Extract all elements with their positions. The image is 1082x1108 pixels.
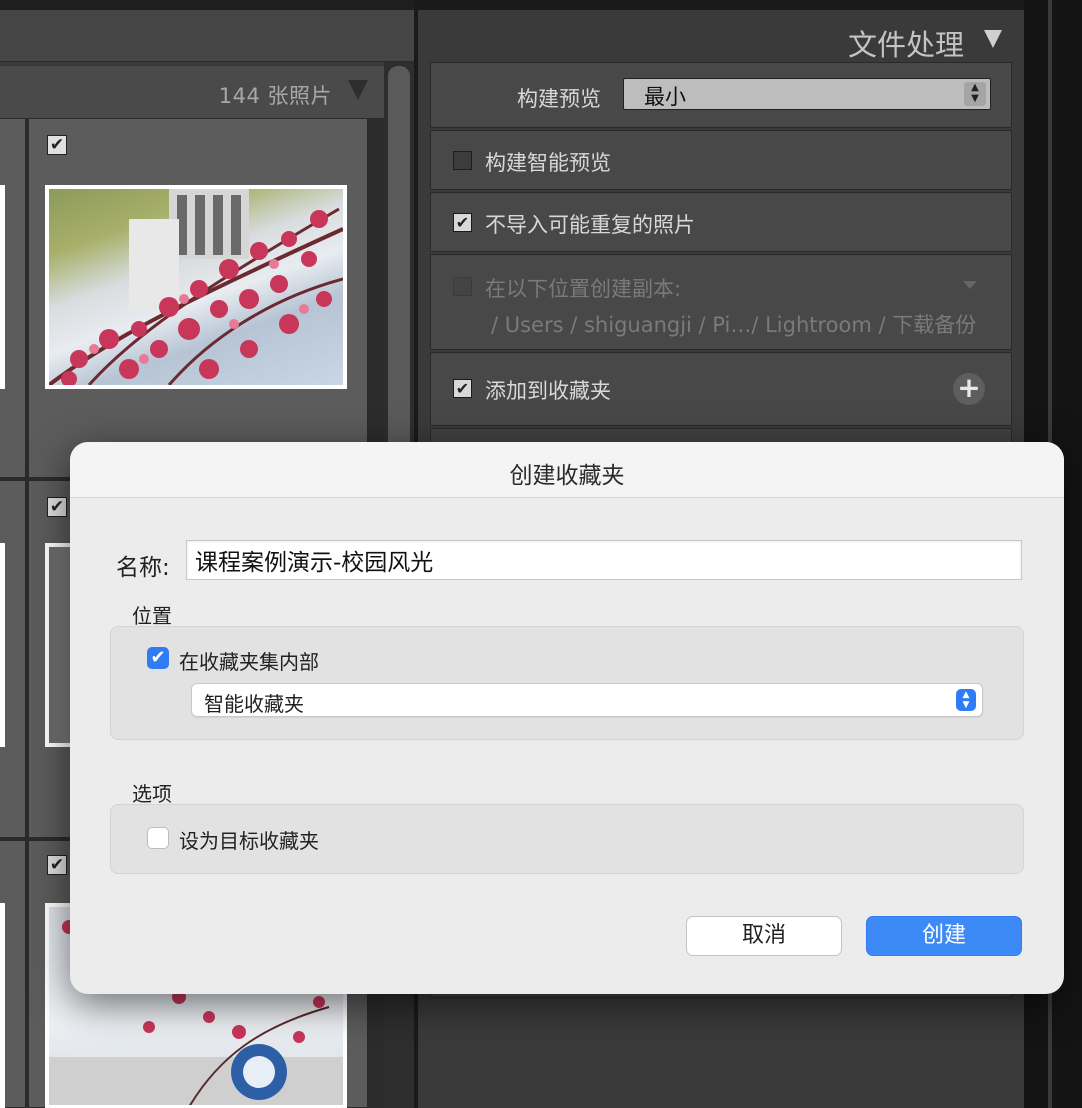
blossom-photo — [49, 189, 343, 385]
pick-checkbox-icon[interactable]: ✔ — [47, 135, 67, 155]
grid-header: 144 张照片 — [0, 66, 384, 118]
build-preview-row: 构建预览 最小 ▲ ▼ — [430, 62, 1012, 128]
blossom-branches — [49, 189, 343, 385]
plus-icon[interactable]: + — [953, 373, 985, 405]
set-target-label: 设为目标收藏夹 — [179, 829, 319, 853]
name-label: 名称: — [116, 555, 170, 581]
add-to-collection-row: ✔ 添加到收藏夹 + — [430, 352, 1012, 426]
select-arrows-icon: ▲ ▼ — [964, 82, 986, 106]
make-copy-row: 在以下位置创建副本: / Users / shiguangji / Pi…/ L… — [430, 254, 1012, 350]
options-section-label: 选项 — [132, 782, 172, 806]
photo-thumbnail[interactable] — [0, 185, 5, 389]
collapse-arrow-icon[interactable] — [348, 80, 368, 100]
pick-checkbox-icon[interactable]: ✔ — [47, 497, 67, 517]
photo-cell[interactable] — [0, 480, 26, 838]
create-collection-dialog: 创建收藏夹 名称: 位置 ✔ 在收藏夹集内部 智能收藏夹 ▲▼ 选项 设为目标收… — [70, 442, 1064, 994]
photo-thumbnail[interactable] — [0, 903, 5, 1108]
build-preview-label: 构建预览 — [517, 87, 601, 111]
grid-toolbar — [0, 10, 414, 62]
top-border — [0, 0, 414, 10]
location-section-label: 位置 — [132, 604, 172, 628]
photo-cell[interactable] — [0, 118, 26, 478]
options-group: 设为目标收藏夹 — [110, 804, 1024, 874]
panel-title[interactable]: 文件处理 — [848, 22, 964, 64]
build-preview-select[interactable]: 最小 ▲ ▼ — [623, 78, 991, 110]
smart-preview-label: 构建智能预览 — [485, 151, 611, 175]
build-preview-value: 最小 — [644, 85, 686, 109]
make-copy-label: 在以下位置创建副本: — [485, 277, 682, 301]
scroll-thumb[interactable] — [388, 66, 410, 486]
make-copy-path: / Users / shiguangji / Pi…/ Lightroom / … — [491, 313, 977, 337]
photo-count: 144 张照片 — [218, 84, 332, 108]
dropdown-arrow-icon[interactable] — [963, 281, 977, 289]
smart-preview-checkbox[interactable] — [453, 151, 472, 170]
select-arrows-icon: ▲ ▼ — [956, 689, 976, 711]
photo-cell[interactable] — [0, 840, 26, 1108]
location-group: ✔ 在收藏夹集内部 智能收藏夹 ▲ ▼ — [110, 626, 1024, 740]
inside-set-checkbox[interactable]: ✔ — [147, 647, 169, 669]
add-to-collection-label: 添加到收藏夹 — [485, 379, 611, 403]
photo-thumbnail[interactable] — [45, 185, 347, 389]
inside-set-label: 在收藏夹集内部 — [179, 650, 319, 674]
collection-set-value: 智能收藏夹 — [204, 692, 304, 716]
collapse-arrow-icon[interactable] — [984, 30, 1002, 48]
add-to-collection-checkbox[interactable]: ✔ — [453, 379, 472, 398]
cancel-button[interactable]: 取消 — [686, 916, 842, 956]
no-duplicates-row: ✔ 不导入可能重复的照片 — [430, 192, 1012, 252]
collection-set-select[interactable]: 智能收藏夹 ▲ ▼ — [191, 683, 983, 717]
dialog-titlebar: 创建收藏夹 — [70, 442, 1064, 498]
create-button[interactable]: 创建 — [866, 916, 1022, 956]
smart-preview-row: 构建智能预览 — [430, 130, 1012, 190]
set-target-checkbox[interactable] — [147, 827, 169, 849]
photo-thumbnail[interactable] — [0, 543, 5, 747]
pick-checkbox-icon[interactable]: ✔ — [47, 855, 67, 875]
no-duplicates-label: 不导入可能重复的照片 — [485, 213, 695, 237]
photo-cell[interactable]: ✔ — [28, 118, 368, 478]
make-copy-checkbox[interactable] — [453, 277, 472, 296]
dialog-title: 创建收藏夹 — [509, 463, 625, 489]
name-input[interactable] — [186, 540, 1022, 580]
no-duplicates-checkbox[interactable]: ✔ — [453, 213, 472, 232]
